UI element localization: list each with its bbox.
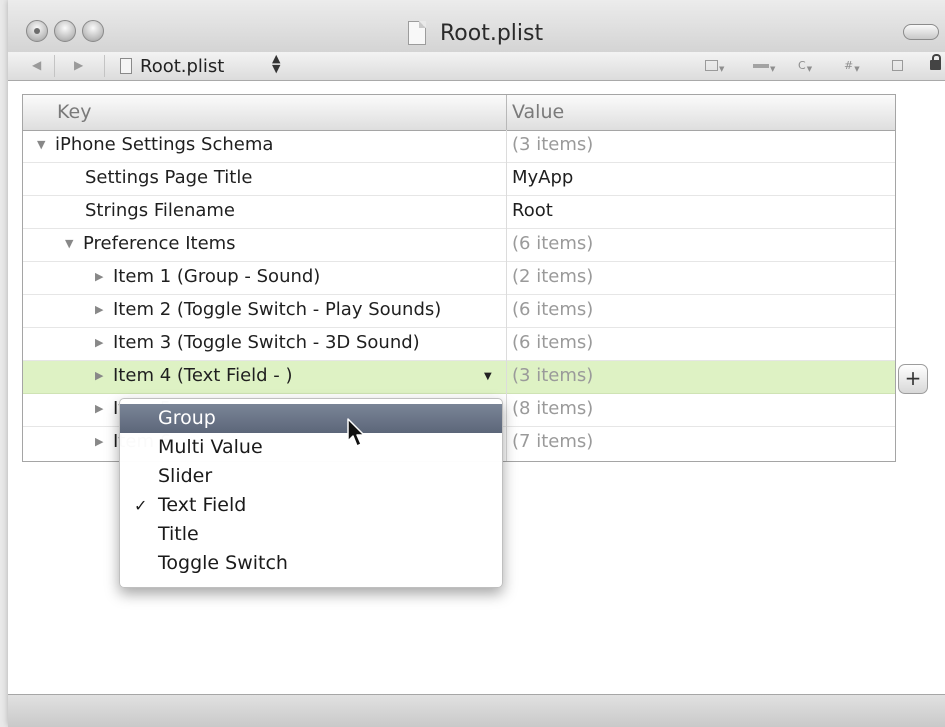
bookmark-menu-icon[interactable]: ▼ [753,57,775,74]
class-menu-icon[interactable]: C ▼ [798,57,812,74]
title-bar: Root.plist [8,0,945,52]
navigation-bar: ◀ ▶ Root.plist ▲ ▼ ▼ ▼ C ▼ # ▼ [8,52,945,81]
table-row[interactable]: Strings Filename Root [23,196,895,229]
row-key: ▼ iPhone Settings Schema [37,134,274,155]
plist-editor-window: Root.plist ◀ ▶ Root.plist ▲ ▼ ▼ ▼ C ▼ # ▼ K… [8,0,945,727]
table-row[interactable]: ▶ Item 3 (Toggle Switch - 3D Sound) (6 it… [23,328,895,361]
value-column-header[interactable]: Value [512,101,564,123]
menu-item-group[interactable]: Group [120,404,502,433]
toolbar-toggle-button[interactable] [903,24,939,40]
table-row[interactable]: ▶ Item 1 (Group - Sound) (2 items) [23,262,895,295]
row-key: Strings Filename [85,200,235,221]
disclosure-open-icon[interactable]: ▼ [65,237,77,250]
header-divider [506,95,507,130]
row-key: Settings Page Title [85,167,253,188]
include-menu-icon[interactable]: # ▼ [844,57,860,74]
key-column-header[interactable]: Key [57,101,91,123]
row-value: (8 items) [512,398,594,419]
menu-item-multi-value[interactable]: Multi Value [120,433,502,462]
file-icon [120,58,132,74]
row-key: ▶ Item 1 (Group - Sound) [95,266,321,287]
row-value: (2 items) [512,266,594,287]
window-title: Root.plist [440,20,544,46]
disclosure-closed-icon[interactable]: ▶ [95,402,107,415]
back-arrow-icon[interactable]: ◀ [32,58,41,72]
row-value[interactable]: Root [512,200,553,221]
row-value: (6 items) [512,233,594,254]
table-row-selected[interactable]: ▶ Item 4 (Text Field - ) ▼ (3 items) [23,361,895,394]
row-key: ▼ Preference Items [65,233,236,254]
window-title-area: Root.plist [408,18,543,48]
updown-arrows-icon[interactable]: ▲ ▼ [272,53,280,74]
row-key: ▶ Item 4 (Text Field - ) [95,365,293,386]
disclosure-closed-icon[interactable]: ▶ [95,336,107,349]
table-row[interactable]: Settings Page Title MyApp [23,163,895,196]
add-item-button[interactable]: + [898,364,928,394]
checkmark-icon: ✓ [134,496,148,515]
menu-item-toggle-switch[interactable]: Toggle Switch [120,549,502,578]
file-popup[interactable]: Root.plist [140,56,224,77]
disclosure-closed-icon[interactable]: ▶ [95,435,107,448]
disclosure-closed-icon[interactable]: ▶ [95,303,107,316]
zoom-button[interactable] [82,20,104,42]
column-divider [506,130,507,461]
lock-icon[interactable] [930,54,941,70]
row-value: (3 items) [512,134,594,155]
minimize-button[interactable] [54,20,76,42]
row-value: (6 items) [512,299,594,320]
disclosure-closed-icon[interactable]: ▶ [95,270,107,283]
row-value[interactable]: MyApp [512,167,573,188]
row-key: ▶ Item 2 (Toggle Switch - Play Sounds) [95,299,442,320]
document-icon [408,21,426,45]
nav-divider [54,55,55,77]
window-menu-icon[interactable]: ▼ [705,57,724,74]
disclosure-closed-icon[interactable]: ▶ [95,369,107,382]
table-row[interactable]: ▼ iPhone Settings Schema (3 items) [23,130,895,163]
forward-arrow-icon[interactable]: ▶ [74,58,83,72]
row-key: ▶ Item 3 (Toggle Switch - 3D Sound) [95,332,420,353]
outline-header: Key Value [23,95,895,131]
include-menu-label: # [844,59,854,72]
bottom-bar [8,694,945,727]
type-popup-arrow-icon[interactable]: ▼ [484,371,492,382]
mouse-pointer-icon [347,418,365,447]
nav-divider [104,55,105,77]
row-value: (7 items) [512,431,594,452]
split-icon[interactable] [892,57,903,74]
item-type-menu: Group Multi Value Slider ✓ Text Field Tit… [119,398,503,588]
table-row[interactable]: ▼ Preference Items (6 items) [23,229,895,262]
row-value: (3 items) [512,365,594,386]
table-row[interactable]: ▶ Item 2 (Toggle Switch - Play Sounds) (6… [23,295,895,328]
disclosure-open-icon[interactable]: ▼ [37,138,49,151]
row-value: (6 items) [512,332,594,353]
class-menu-label: C [798,59,806,72]
menu-item-text-field[interactable]: ✓ Text Field [120,491,502,520]
close-button[interactable] [26,20,48,42]
menu-item-slider[interactable]: Slider [120,462,502,491]
menu-item-title[interactable]: Title [120,520,502,549]
